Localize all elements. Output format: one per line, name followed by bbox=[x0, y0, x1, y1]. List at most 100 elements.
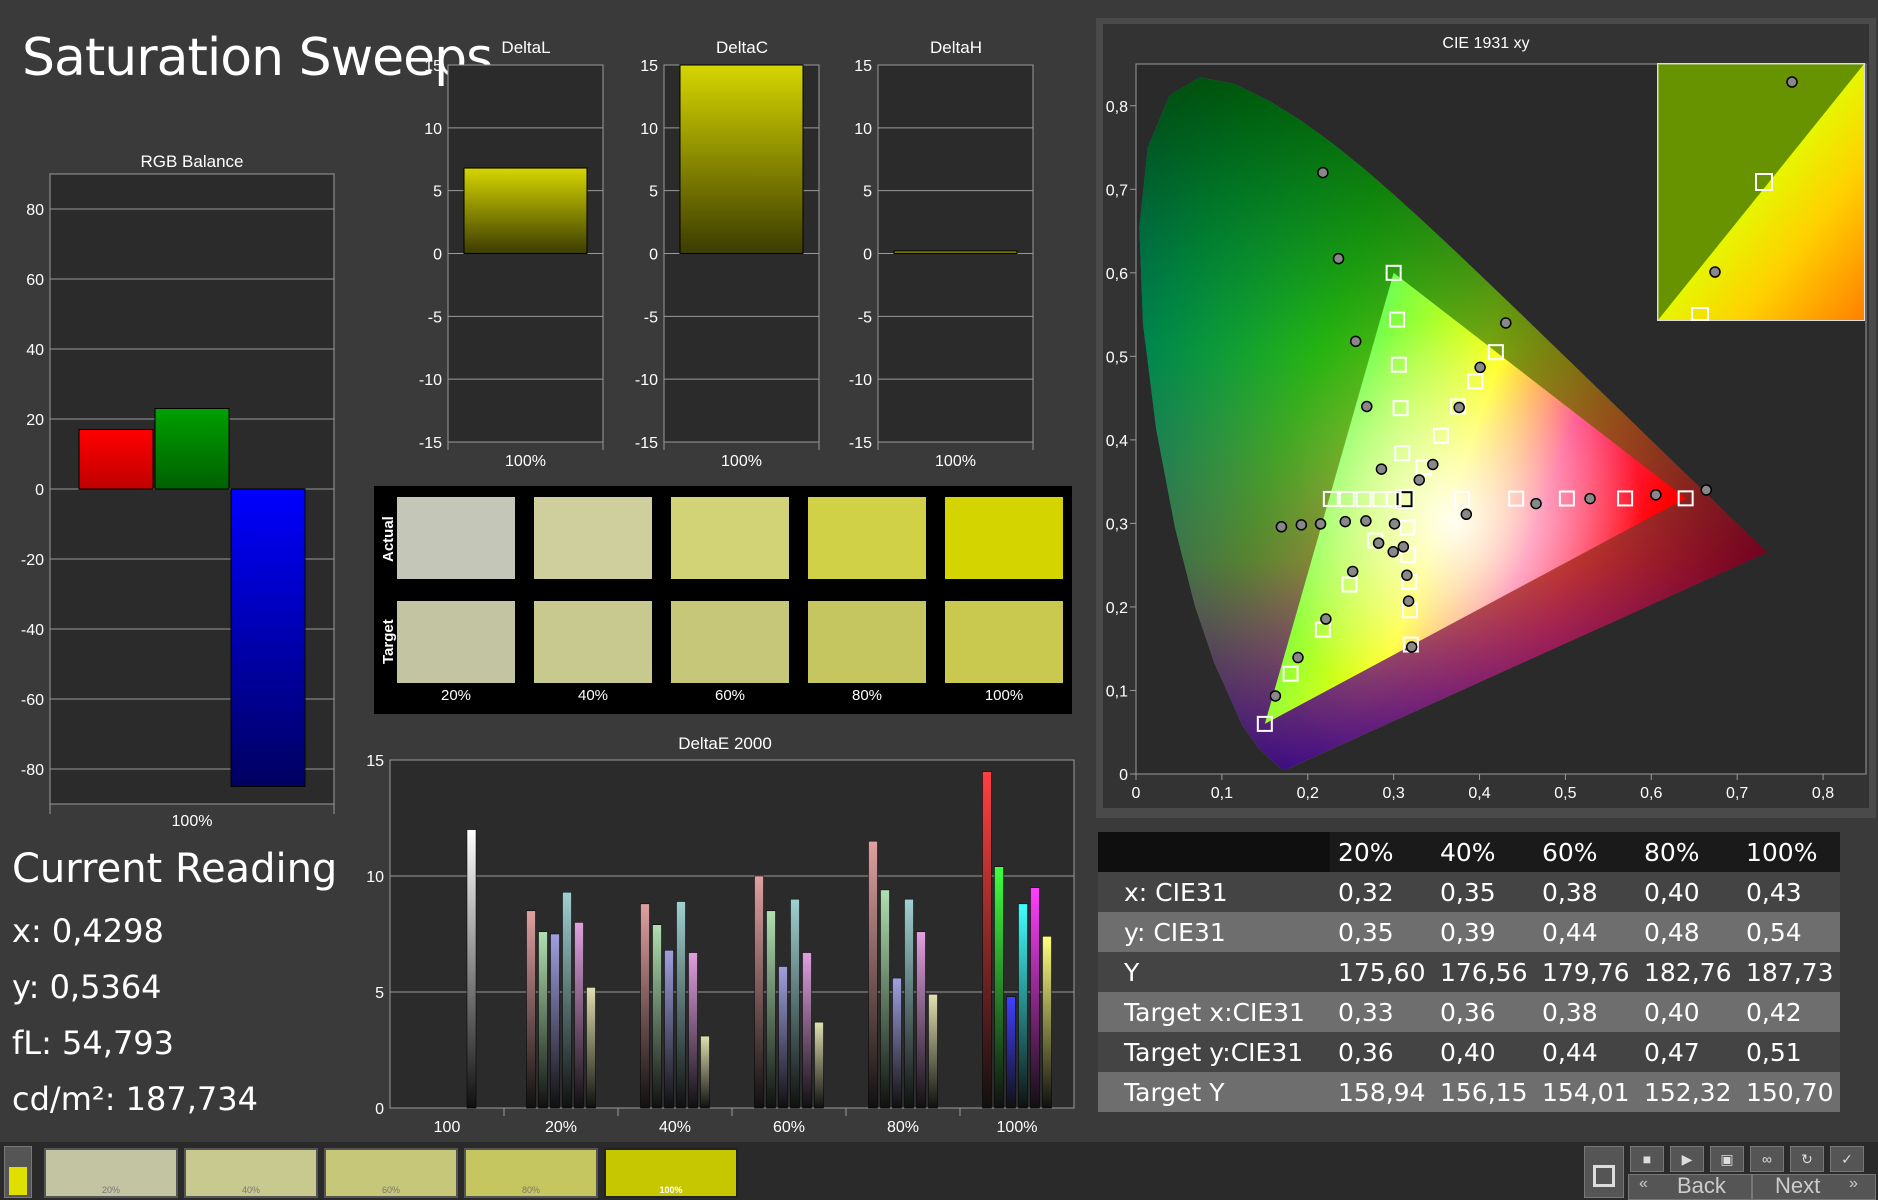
delta-e-bar bbox=[664, 949, 674, 1109]
table-header-cell: 20% bbox=[1330, 832, 1432, 872]
pattern-thumbnail[interactable]: 60% bbox=[324, 1148, 458, 1198]
level-indicator bbox=[4, 1146, 32, 1198]
table-cell: 0,48 bbox=[1636, 912, 1738, 952]
pattern-thumbnail[interactable]: 80% bbox=[464, 1148, 598, 1198]
measured-point bbox=[1292, 651, 1304, 664]
delta-e-bar bbox=[766, 910, 776, 1109]
delta-e-bar bbox=[880, 889, 890, 1109]
delta-l-title: DeltaL bbox=[501, 38, 551, 57]
y-tick-label: 10 bbox=[424, 121, 442, 138]
save-icon[interactable]: ▣ bbox=[1710, 1146, 1744, 1172]
measured-point bbox=[1650, 489, 1662, 501]
reading-cd: cd/m²: 187,734 bbox=[12, 1080, 258, 1118]
delta-e-bar bbox=[574, 922, 584, 1109]
y-tick-label: -15 bbox=[849, 435, 872, 452]
red-bar bbox=[78, 429, 154, 490]
table-header-cell: 80% bbox=[1636, 832, 1738, 872]
y-tick-label: 0,7 bbox=[1106, 182, 1128, 199]
y-tick-label: 0 bbox=[433, 247, 442, 264]
pattern-thumbnail[interactable]: 20% bbox=[44, 1148, 178, 1198]
y-tick-label: -40 bbox=[21, 622, 44, 639]
x-tick-label: 100 bbox=[434, 1119, 461, 1136]
measurement-table: 20% 40% 60% 80% 100% x: CIE31 0,32 0,35 0,38 0,40… bbox=[1098, 832, 1840, 1112]
y-tick-label: -15 bbox=[635, 435, 658, 452]
delta-e-bar bbox=[994, 866, 1004, 1109]
reading-fl: fL: 54,793 bbox=[12, 1024, 175, 1062]
delta-e-bar bbox=[466, 829, 477, 1109]
y-tick-label: 5 bbox=[649, 184, 658, 201]
table-cell: 0,35 bbox=[1330, 912, 1432, 952]
delta-e-bar bbox=[868, 840, 878, 1109]
table-cell: Y bbox=[1098, 952, 1330, 992]
zoom-measured-point bbox=[1709, 266, 1721, 278]
y-tick-label: -15 bbox=[419, 435, 442, 452]
y-tick-label: 0 bbox=[35, 482, 44, 499]
measured-point bbox=[1401, 569, 1413, 581]
y-tick-label: -5 bbox=[858, 309, 872, 326]
actual-swatch bbox=[534, 497, 652, 579]
measured-point bbox=[1453, 401, 1465, 414]
y-tick-label: -10 bbox=[635, 372, 658, 389]
pattern-thumbnail[interactable]: 40% bbox=[184, 1148, 318, 1198]
delta-e-bar bbox=[916, 931, 926, 1109]
y-tick-label: 40 bbox=[26, 342, 44, 359]
table-cell: 0,40 bbox=[1432, 1032, 1534, 1072]
delta-c-bar bbox=[679, 64, 804, 254]
delta-e-bar bbox=[652, 924, 662, 1109]
back-button[interactable]: « Back bbox=[1628, 1173, 1752, 1200]
measured-point bbox=[1346, 565, 1359, 578]
y-tick-label: 80 bbox=[26, 202, 44, 219]
x-tick-label: 0,7 bbox=[1726, 785, 1748, 802]
y-tick-label: -10 bbox=[849, 372, 872, 389]
table-cell: 175,60 bbox=[1330, 952, 1432, 992]
target-swatch bbox=[945, 601, 1063, 683]
delta-e-bar bbox=[640, 903, 650, 1109]
x-tick-label: 0,1 bbox=[1211, 785, 1233, 802]
table-cell: 0,40 bbox=[1636, 872, 1738, 912]
table-cell: Target Y bbox=[1098, 1072, 1330, 1112]
loop-icon[interactable]: ∞ bbox=[1750, 1146, 1784, 1172]
target-label: Target bbox=[380, 619, 397, 664]
x-tick-label: 80% bbox=[887, 1119, 919, 1136]
delta-e-bar bbox=[1042, 936, 1052, 1109]
next-arrow-icon: » bbox=[1849, 1175, 1858, 1192]
table-cell: 187,73 bbox=[1738, 952, 1840, 992]
current-reading-title: Current Reading bbox=[12, 846, 338, 892]
pattern-thumbnail[interactable]: 100% bbox=[604, 1148, 738, 1198]
y-tick-label: 0,1 bbox=[1106, 683, 1128, 700]
actual-swatch bbox=[671, 497, 789, 579]
measured-point bbox=[1413, 474, 1425, 486]
rgb-balance-title: RGB Balance bbox=[140, 152, 244, 171]
target-swatch bbox=[671, 601, 789, 683]
delta-e-bar bbox=[676, 901, 686, 1109]
x-tick-label: 100% bbox=[172, 813, 213, 830]
delta-h-chart: 15 10 5 0 -5 -10 -15 100% bbox=[849, 58, 1034, 470]
check-icon[interactable]: ✓ bbox=[1830, 1146, 1864, 1172]
next-button[interactable]: Next » bbox=[1752, 1173, 1876, 1200]
stop-icon[interactable]: ■ bbox=[1630, 1146, 1664, 1172]
table-cell: 0,43 bbox=[1738, 872, 1840, 912]
table-cell: 0,35 bbox=[1432, 872, 1534, 912]
measured-point bbox=[1295, 519, 1308, 531]
delta-e-bar bbox=[562, 891, 572, 1109]
refresh-icon[interactable]: ↻ bbox=[1790, 1146, 1824, 1172]
delta-e-bar bbox=[790, 898, 800, 1109]
y-tick-label: -80 bbox=[21, 762, 44, 779]
thumbnail-label: 60% bbox=[381, 1185, 400, 1195]
x-tick-label: 0 bbox=[1132, 785, 1141, 802]
cie-title: CIE 1931 xy bbox=[1442, 35, 1529, 52]
y-tick-label: 15 bbox=[640, 58, 658, 75]
swatch-label: 40% bbox=[577, 687, 609, 704]
play-icon[interactable]: ▶ bbox=[1670, 1146, 1704, 1172]
delta-e-bar bbox=[550, 933, 560, 1109]
table-row: x: CIE31 0,32 0,35 0,38 0,40 0,43 bbox=[1098, 872, 1840, 912]
table-cell: 156,15 bbox=[1432, 1072, 1534, 1112]
swatch-label: 20% bbox=[440, 687, 472, 704]
table-cell: 0,51 bbox=[1738, 1032, 1840, 1072]
table-cell: 0,36 bbox=[1330, 1032, 1432, 1072]
measured-point bbox=[1361, 400, 1373, 413]
target-swatch bbox=[397, 601, 515, 683]
screen-icon[interactable] bbox=[1584, 1146, 1624, 1198]
delta-e-bar bbox=[1018, 903, 1028, 1109]
table-cell: 0,47 bbox=[1636, 1032, 1738, 1072]
